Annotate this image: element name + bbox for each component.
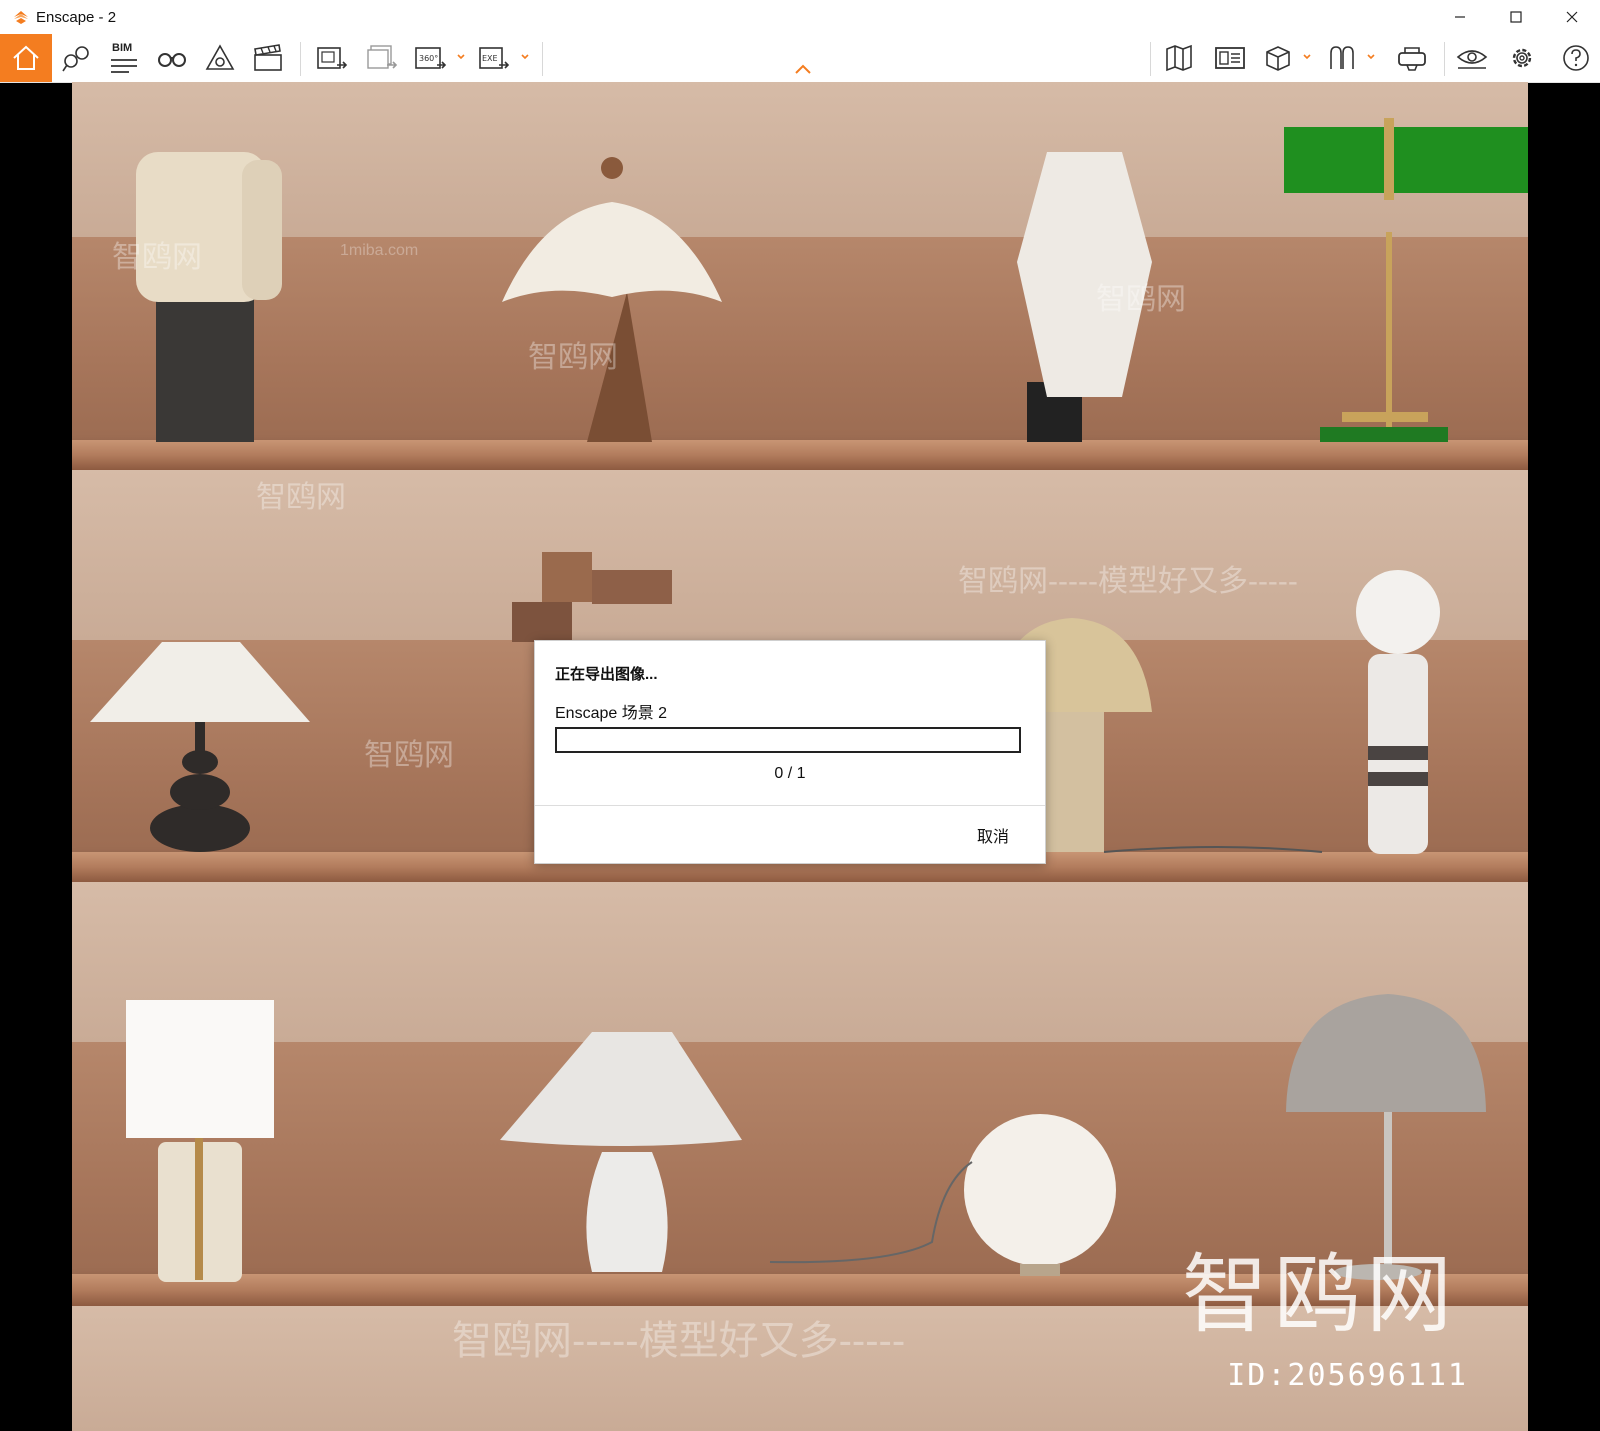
batch-render-button[interactable] [362,40,402,76]
screenshot-export-icon [317,47,348,69]
collapse-toolbar-chevron-icon[interactable] [794,62,812,76]
video-editor-icon [254,44,282,71]
green-shade-lamp [1284,118,1528,442]
bim-info-button[interactable]: BIM [104,40,144,76]
visual-settings-button[interactable] [1452,40,1492,76]
help-button[interactable] [1556,40,1596,76]
views-button[interactable] [56,40,96,76]
cube-icon [1266,46,1290,71]
export-progress-dialog: 正在导出图像... Enscape 场景 2 0 / 1 取消 [534,640,1046,864]
scene-name: Enscape 场景 2 [555,705,668,722]
minimize-icon [1455,16,1465,18]
linen-shade-lamp [136,152,282,442]
settings-button[interactable] [1502,40,1542,76]
model-id-watermark: ID:205696111 [1227,1358,1468,1393]
camera-perspective-icon [205,44,235,70]
camera-perspective-button[interactable] [200,40,240,76]
panorama-360-button[interactable]: 360° [410,40,450,76]
home-button[interactable] [0,34,52,82]
svg-text:360°: 360° [419,54,438,63]
maximize-button[interactable] [1488,0,1544,34]
minimize-button[interactable] [1432,0,1488,34]
panorama-360-icon: 360° [415,47,447,69]
asset-library-icon [1215,47,1245,69]
cancel-button[interactable]: 取消 [971,819,1015,851]
screenshot-export-button[interactable] [312,40,352,76]
maximize-icon [1510,11,1522,23]
wooden-robot-lamp [512,552,672,642]
map-icon [1166,44,1192,72]
settings-icon [1512,48,1532,68]
crumpled-paper-lamp [500,1032,742,1272]
video-editor-button[interactable] [248,40,288,76]
vr-icon [1330,46,1354,69]
marble-globe-lamp [1356,570,1440,854]
home-icon [13,45,39,70]
enscape-logo-icon [14,11,28,24]
paper-lantern-lamp [1017,152,1152,442]
title-bar: Enscape - 2 [0,0,1600,34]
window-title: Enscape - 2 [36,8,117,26]
exe-export-icon: EXE [479,47,510,69]
export-progress-bar [555,727,1021,753]
dialog-divider [535,805,1045,806]
headset-icon [1398,47,1426,71]
toolbar: BIM 360° EXE [0,34,1600,83]
progress-count: 0 / 1 [774,765,806,782]
exe-dropdown-chevron-icon[interactable] [520,52,530,62]
help-icon [1563,45,1589,71]
pleated-shade-lamp [502,157,722,442]
asset-library-button[interactable] [1210,40,1250,76]
headset-button[interactable] [1392,40,1432,76]
dialog-title: 正在导出图像... [555,666,658,683]
close-button[interactable] [1544,0,1600,34]
drum-shade-lamp [126,1000,274,1282]
views-icon [62,46,89,72]
exe-export-button[interactable]: EXE [474,40,514,76]
binoculars-icon [158,53,186,67]
brand-watermark: 智鸥网 [1182,1245,1458,1345]
black-sculptural-lamp [90,642,310,852]
panorama-dropdown-chevron-icon[interactable] [456,52,466,62]
map-button[interactable] [1160,40,1200,76]
cube-dropdown-chevron-icon[interactable] [1302,52,1312,62]
close-icon [1566,11,1578,23]
binoculars-button[interactable] [152,40,192,76]
vr-dropdown-chevron-icon[interactable] [1366,52,1376,62]
visual-settings-icon [1456,50,1488,69]
svg-text:EXE: EXE [482,54,498,63]
bim-label: BIM [112,42,133,54]
batch-render-icon [367,45,398,69]
vr-button[interactable] [1322,40,1362,76]
cube-button[interactable] [1258,40,1298,76]
white-globe-lamp [769,1114,1116,1276]
